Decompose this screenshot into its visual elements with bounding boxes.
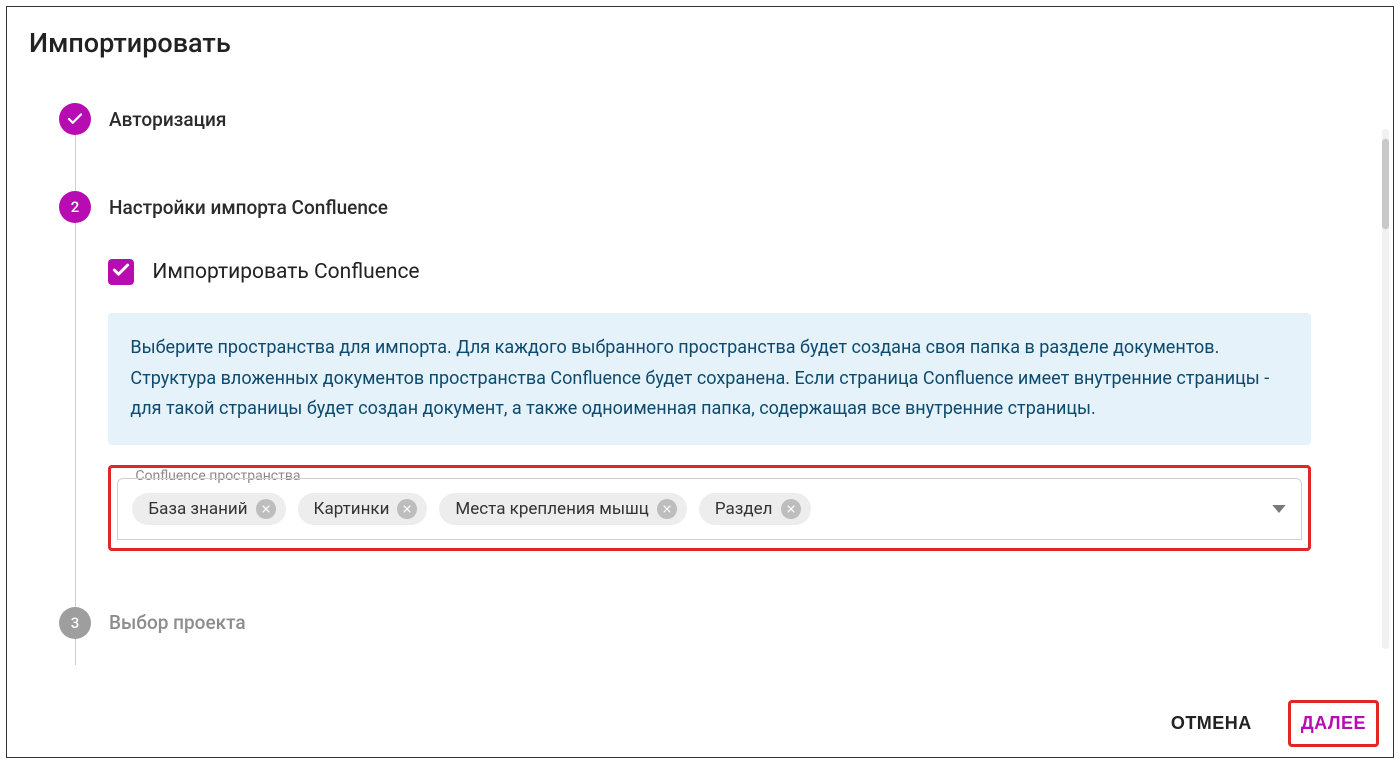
check-icon [66,110,84,128]
step-header: 2 Настройки импорта Confluence [59,191,1371,223]
dialog-footer: ОТМЕНА ДАЛЕЕ [7,694,1393,757]
chip-label: Картинки [314,499,390,519]
import-dialog: Импортировать Авторизация [6,6,1394,758]
step-body-content: Импортировать Confluence Выберите простр… [108,223,1371,551]
scrollbar[interactable] [1382,129,1389,649]
chip-close-icon[interactable] [397,499,417,519]
scrollbar-thumb[interactable] [1382,139,1389,229]
step-number: 3 [71,614,80,632]
info-alert: Выберите пространства для импорта. Для к… [108,313,1311,445]
step-authorization: Авторизация [59,103,1371,191]
chevron-down-icon[interactable] [1271,503,1287,515]
dialog-content: Авторизация 2 Настройки импорта Confluen… [7,59,1393,694]
spaces-field-highlight: Confluence пространства База знаний [108,465,1311,551]
step-import-settings: 2 Настройки импорта Confluence [59,191,1371,607]
chip: База знаний [132,493,285,525]
step-body: Импортировать Confluence Выберите простр… [59,223,1371,551]
stepper: Авторизация 2 Настройки импорта Confluen… [59,103,1371,665]
next-button[interactable]: ДАЛЕЕ [1291,703,1376,744]
confluence-spaces-field[interactable]: Confluence пространства База знаний [117,478,1302,540]
dialog-title: Импортировать [7,7,1393,59]
chip: Раздел [699,493,811,525]
chip: Картинки [298,493,428,525]
step-project-select: 3 Выбор проекта [59,607,1371,665]
next-button-highlight: ДАЛЕЕ [1288,700,1379,747]
step-connector [75,551,76,607]
step-number: 2 [71,198,80,216]
chip-close-icon[interactable] [781,499,801,519]
import-confluence-checkbox-label: Импортировать Confluence [152,260,419,284]
step-header: Авторизация [59,103,1371,135]
step-header: 3 Выбор проекта [59,607,1371,639]
chip-label: Места крепления мышц [455,499,648,519]
import-confluence-checkbox[interactable] [108,259,134,285]
chip-close-icon[interactable] [657,499,677,519]
step-connector [75,135,76,191]
confluence-spaces-box[interactable]: База знаний Картинки [117,478,1302,540]
step-label: Настройки импорта Confluence [109,196,388,219]
step-connector [75,639,76,665]
cancel-button[interactable]: ОТМЕНА [1161,703,1262,744]
chip: Места крепления мышц [439,493,686,525]
chip-label: Раздел [715,499,773,519]
chip-label: База знаний [148,499,247,519]
step-label: Выбор проекта [109,611,246,634]
step-badge-inactive: 3 [59,607,91,639]
step-badge-active: 2 [59,191,91,223]
import-confluence-checkbox-row: Импортировать Confluence [108,259,1311,285]
step-label: Авторизация [109,108,226,131]
check-icon [111,260,131,284]
step-badge-done [59,103,91,135]
chip-close-icon[interactable] [256,499,276,519]
